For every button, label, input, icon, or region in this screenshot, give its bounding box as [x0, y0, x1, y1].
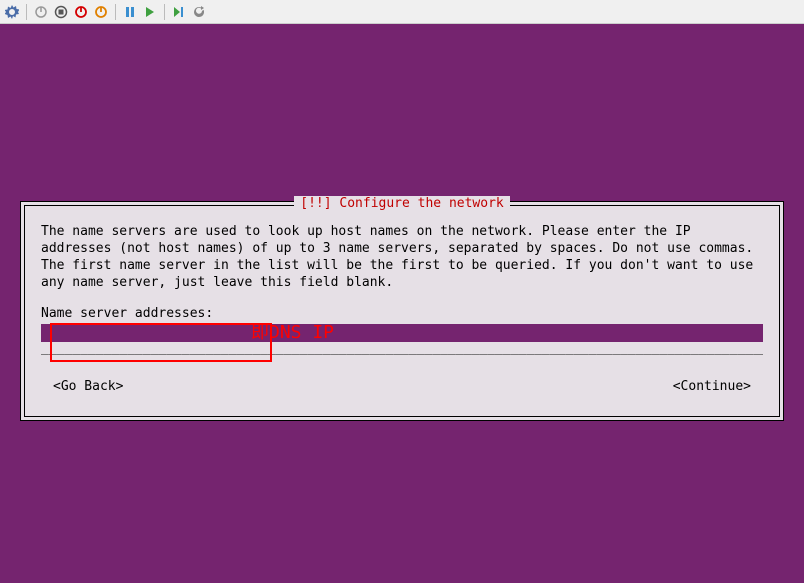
step-icon[interactable] — [171, 4, 187, 20]
name-server-input[interactable] — [41, 324, 763, 342]
dialog-description: The name servers are used to look up hos… — [41, 224, 763, 292]
pause-icon[interactable] — [122, 4, 138, 20]
toolbar-separator — [164, 4, 165, 20]
go-back-button[interactable]: <Go Back> — [41, 379, 135, 394]
refresh-icon[interactable] — [191, 4, 207, 20]
input-underline: ________________________________________… — [41, 342, 763, 355]
vm-toolbar — [0, 0, 804, 24]
dialog-box: [!!] Configure the network The name serv… — [20, 201, 784, 421]
power-red-icon[interactable] — [73, 4, 89, 20]
stop-icon[interactable] — [53, 4, 69, 20]
toolbar-separator — [26, 4, 27, 20]
field-label: Name server addresses: — [41, 306, 763, 321]
toolbar-separator — [115, 4, 116, 20]
play-icon[interactable] — [142, 4, 158, 20]
power-grey-icon[interactable] — [33, 4, 49, 20]
continue-button[interactable]: <Continue> — [661, 379, 763, 394]
installer-screen: [!!] Configure the network The name serv… — [0, 24, 804, 583]
settings-icon[interactable] — [4, 4, 20, 20]
power-orange-icon[interactable] — [93, 4, 109, 20]
dialog-title: [!!] Configure the network — [294, 196, 510, 211]
